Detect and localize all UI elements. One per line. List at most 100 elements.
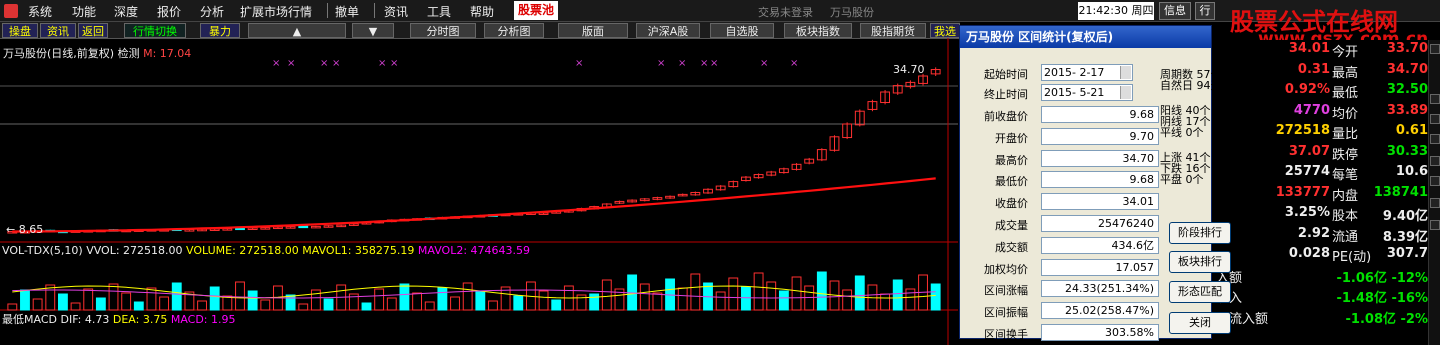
volume-bar bbox=[171, 282, 182, 311]
volume-bar bbox=[45, 284, 56, 311]
kline-chart[interactable]: × × × × × × × × × × × × × 34.70← 8.65 bbox=[0, 38, 958, 345]
chart-title: 万马股份(日线,前复权) 检测 M: 17.04 bbox=[3, 45, 191, 61]
toolbar-my-pick-button[interactable]: 我选 bbox=[930, 23, 960, 38]
quote-value-left: 0.31 bbox=[1297, 61, 1330, 77]
volume-bar bbox=[70, 302, 81, 311]
quote-value-right: 138741 bbox=[1373, 184, 1428, 200]
start-time-spinner-icon[interactable] bbox=[1120, 66, 1131, 79]
dialog-field-label: 成交额 bbox=[995, 241, 1028, 254]
menu-cancel-order[interactable]: 撤单 bbox=[335, 3, 359, 20]
toolbar-intraday-button[interactable]: 分时图 bbox=[410, 23, 476, 38]
close-button[interactable]: 关闭 bbox=[1169, 312, 1231, 334]
quote-key: 最低 bbox=[1332, 86, 1359, 101]
pattern-match-button[interactable]: 形态匹配 bbox=[1169, 281, 1231, 303]
toolbar-up-arrow-button[interactable]: ▲ bbox=[248, 23, 346, 38]
volume-bar bbox=[450, 296, 460, 311]
volume-value: VOLUME: 272518.00 bbox=[186, 244, 299, 257]
quote-value-right: 34.70 bbox=[1386, 61, 1428, 77]
volume-bar bbox=[222, 295, 233, 311]
quote-row: 25774 每笔 10.6 bbox=[1212, 164, 1440, 184]
toolbar-index-futures-button[interactable]: 股指期货 bbox=[860, 23, 926, 38]
stage-ranking-button[interactable]: 阶段排行 bbox=[1169, 222, 1231, 244]
volume-bar bbox=[323, 298, 334, 311]
toolbar-violence-button[interactable]: 暴力 bbox=[200, 23, 240, 38]
menu-system[interactable]: 系统 bbox=[28, 3, 52, 20]
volume-bar bbox=[488, 300, 498, 311]
dialog-field-label: 区间振幅 bbox=[984, 306, 1028, 319]
menu-depth[interactable]: 深度 bbox=[114, 3, 138, 20]
menu-function[interactable]: 功能 bbox=[72, 3, 96, 20]
quote-value-left: 272518 bbox=[1275, 123, 1330, 138]
dialog-field-value: 9.68 bbox=[1041, 171, 1159, 188]
dialog-field-label: 收盘价 bbox=[995, 197, 1028, 210]
quote-row: 0.31 最高 34.70 bbox=[1212, 62, 1440, 82]
menu-tools[interactable]: 工具 bbox=[427, 3, 451, 20]
quote-row: 4770 均价 33.89 bbox=[1212, 103, 1440, 123]
quote-value-left: 133777 bbox=[1275, 184, 1330, 200]
toolbar-trading-button[interactable]: 操盘 bbox=[2, 23, 38, 38]
menu-extended-market[interactable]: 扩展市场行情 bbox=[240, 3, 312, 20]
volume-bar bbox=[247, 290, 258, 311]
toolbar-analysis-chart-button[interactable]: 分析图 bbox=[484, 23, 544, 38]
volume-legend: VOL-TDX(5,10) VVOL: 272518.00 VOLUME: 27… bbox=[2, 244, 530, 257]
toolbar-back-button[interactable]: 返回 bbox=[78, 23, 108, 38]
signal-marker: × bbox=[710, 58, 718, 69]
dialog-field-label: 开盘价 bbox=[995, 132, 1028, 145]
end-time-spinner-icon[interactable] bbox=[1120, 86, 1131, 99]
volume-bar bbox=[361, 302, 372, 311]
quote-value-right: 307.7 bbox=[1386, 246, 1428, 261]
volume-bar bbox=[538, 290, 549, 311]
dialog-title[interactable]: 万马股份 区间统计(复权后) bbox=[960, 26, 1211, 48]
quote-key: 今开 bbox=[1332, 45, 1359, 60]
volume-bar bbox=[437, 287, 448, 311]
quote-row: 3.25% 股本 9.40亿 bbox=[1212, 205, 1440, 225]
volume-bar bbox=[298, 303, 309, 311]
toolbar-switch-quote-button[interactable]: 行情切换 bbox=[124, 23, 186, 38]
menu-stock-pool[interactable]: 股票池 bbox=[514, 1, 559, 20]
quote-value-left: 0.028 bbox=[1288, 246, 1330, 261]
dialog-field-label: 成交量 bbox=[995, 219, 1028, 232]
dialog-field-label: 区间涨幅 bbox=[984, 284, 1028, 297]
menu-quote[interactable]: 报价 bbox=[157, 3, 181, 20]
quote-button[interactable]: 行 bbox=[1195, 2, 1215, 20]
toolbar-sector-index-button[interactable]: 板块指数 bbox=[784, 23, 852, 38]
volume-bar bbox=[677, 287, 688, 311]
toolbar-down-arrow-button[interactable]: ▼ bbox=[352, 23, 394, 38]
quote-value-left: 34.01 bbox=[1288, 41, 1330, 56]
volume-bar bbox=[816, 271, 827, 311]
volume-bar bbox=[652, 292, 663, 311]
info-button[interactable]: 信息 bbox=[1159, 2, 1191, 20]
volume-bar bbox=[20, 289, 30, 311]
volume-bar bbox=[639, 283, 650, 311]
candle bbox=[298, 225, 309, 229]
end-time-label: 终止时间 bbox=[984, 88, 1028, 101]
volume-bar bbox=[741, 286, 751, 311]
start-time-field[interactable]: 2015- 2-17 bbox=[1041, 64, 1133, 81]
menu-bar: 系统 功能 深度 报价 分析 扩展市场行情 撤单 资讯 工具 帮助 股票池 交易… bbox=[0, 0, 1440, 22]
signal-marker: × bbox=[272, 58, 280, 69]
menu-help[interactable]: 帮助 bbox=[470, 3, 494, 20]
quote-value-right: 30.33 bbox=[1386, 143, 1428, 159]
toolbar-a-shares-button[interactable]: 沪深A股 bbox=[636, 23, 700, 38]
volume-bar bbox=[791, 276, 802, 311]
toolbar-watchlist-button[interactable]: 自选股 bbox=[710, 23, 774, 38]
app-logo-icon bbox=[4, 4, 18, 18]
toolbar-layout-button[interactable]: 版面 bbox=[558, 23, 628, 38]
menu-analysis[interactable]: 分析 bbox=[200, 3, 224, 20]
quote-value-right: 32.50 bbox=[1386, 82, 1428, 97]
sector-ranking-button[interactable]: 板块排行 bbox=[1169, 251, 1231, 273]
menu-news[interactable]: 资讯 bbox=[384, 3, 408, 20]
quote-key: 每笔 bbox=[1332, 168, 1359, 183]
quote-value-right: 0.61 bbox=[1395, 123, 1428, 138]
stat-flat-days: 平盘 0个 bbox=[1160, 173, 1204, 186]
quote-row: 34.01 今开 33.70 bbox=[1212, 41, 1440, 61]
dialog-field-label: 加权均价 bbox=[984, 263, 1028, 276]
volume-bar bbox=[121, 292, 132, 311]
quote-key: 股本 bbox=[1332, 209, 1359, 224]
toolbar-news-button[interactable]: 资讯 bbox=[40, 23, 76, 38]
volume-bar bbox=[854, 275, 865, 311]
quote-row: 133777 内盘 138741 bbox=[1212, 185, 1440, 205]
signal-marker: × bbox=[790, 58, 798, 69]
end-time-field[interactable]: 2015- 5-21 bbox=[1041, 84, 1133, 101]
signal-marker: × bbox=[760, 58, 768, 69]
